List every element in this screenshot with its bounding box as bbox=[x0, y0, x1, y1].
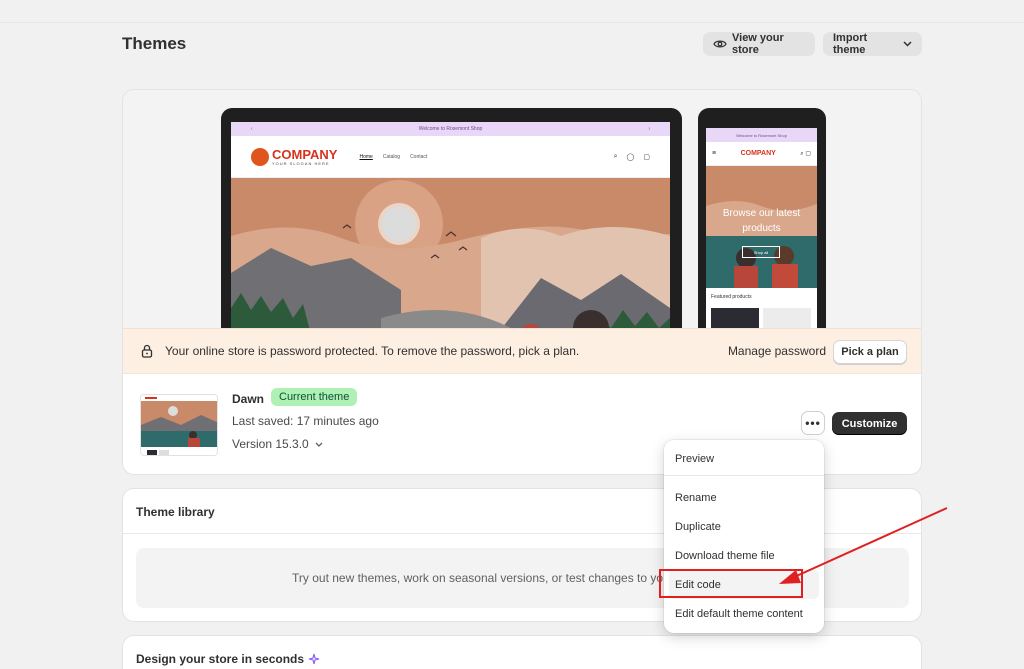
menu-item-preview[interactable]: Preview bbox=[675, 453, 714, 465]
mobile-header-icons: ⌕ ▢ bbox=[800, 150, 811, 157]
theme-library-title: Theme library bbox=[136, 505, 215, 519]
design-store-title: Design your store in seconds bbox=[136, 652, 320, 666]
preview-announcement-bar: ‹ Welcome to Rosemont Shop › bbox=[231, 122, 670, 136]
theme-actions-menu: Preview Rename Duplicate Download theme … bbox=[664, 440, 824, 633]
preview-store-logo: COMPANY YOUR SLOGAN HERE bbox=[251, 146, 338, 166]
preview-logo-text: COMPANY bbox=[272, 146, 338, 162]
view-store-button[interactable]: View your store bbox=[703, 32, 815, 56]
theme-preview[interactable]: ‹ Welcome to Rosemont Shop › COMPANY YOU… bbox=[123, 90, 921, 328]
more-actions-button[interactable]: ••• bbox=[801, 411, 825, 435]
theme-thumbnail bbox=[140, 394, 218, 456]
customize-button[interactable]: Customize bbox=[832, 412, 907, 435]
ellipsis-icon: ••• bbox=[805, 416, 821, 430]
import-theme-button[interactable]: Import theme bbox=[823, 32, 922, 56]
preview-nav-home: Home bbox=[359, 153, 373, 160]
design-store-card: Design your store in seconds bbox=[122, 635, 922, 669]
mobile-store-header: ≡ COMPANY ⌕ ▢ bbox=[706, 142, 817, 166]
last-saved-text: Last saved: 17 minutes ago bbox=[232, 414, 379, 428]
preview-nav: Home Catalog Contact bbox=[359, 154, 427, 160]
menu-item-rename[interactable]: Rename bbox=[675, 492, 717, 504]
preview-store-header: COMPANY YOUR SLOGAN HERE Home Catalog Co… bbox=[231, 136, 670, 178]
desktop-preview-screen: ‹ Welcome to Rosemont Shop › COMPANY YOU… bbox=[231, 122, 670, 328]
preview-announcement-text: Welcome to Rosemont Shop bbox=[418, 126, 483, 132]
annotation-highlight-box bbox=[659, 569, 803, 598]
password-banner: Your online store is password protected.… bbox=[123, 328, 921, 374]
password-banner-text: Your online store is password protected.… bbox=[165, 344, 580, 358]
mobile-announcement-bar: Welcome to Rosemont Shop bbox=[706, 128, 817, 142]
top-divider bbox=[0, 22, 1024, 23]
preview-header-icons: ⌕ ◯ ▢ bbox=[614, 153, 650, 161]
import-theme-label: Import theme bbox=[833, 32, 868, 56]
version-selector[interactable]: Version 15.3.0 bbox=[232, 437, 323, 451]
mobile-menu-icon: ≡ bbox=[712, 150, 717, 157]
manage-password-link[interactable]: Manage password bbox=[728, 344, 826, 358]
mobile-featured-title: Featured products bbox=[711, 294, 752, 300]
view-store-label: View your store bbox=[732, 32, 784, 56]
menu-item-duplicate[interactable]: Duplicate bbox=[675, 521, 721, 533]
chevron-down-icon bbox=[903, 41, 912, 47]
mobile-featured-product bbox=[711, 308, 759, 328]
design-store-title-text: Design your store in seconds bbox=[136, 652, 305, 666]
current-theme-badge: Current theme bbox=[271, 388, 358, 406]
mobile-announcement-text: Welcome to Rosemont Shop bbox=[736, 132, 787, 138]
preview-hero-illustration bbox=[231, 178, 670, 328]
lock-icon bbox=[141, 344, 153, 358]
current-theme-card: ‹ Welcome to Rosemont Shop › COMPANY YOU… bbox=[122, 89, 922, 475]
preview-search-icon: ⌕ bbox=[613, 152, 618, 160]
mobile-preview: Welcome to Rosemont Shop ≡ COMPANY ⌕ ▢ B… bbox=[698, 108, 826, 328]
eye-icon bbox=[713, 39, 727, 49]
chevron-down-icon bbox=[315, 442, 323, 447]
preview-logo-mark bbox=[251, 147, 269, 166]
preview-account-icon: ◯ bbox=[626, 153, 635, 161]
desktop-preview: ‹ Welcome to Rosemont Shop › COMPANY YOU… bbox=[221, 108, 682, 328]
theme-name: Dawn bbox=[232, 392, 265, 406]
preview-nav-catalog: Catalog bbox=[382, 153, 401, 160]
preview-nav-contact: Contact bbox=[410, 153, 428, 160]
mobile-featured-section: Featured products bbox=[706, 288, 817, 328]
version-text: Version 15.3.0 bbox=[232, 437, 309, 451]
preview-logo-sub: YOUR SLOGAN HERE bbox=[272, 160, 330, 166]
menu-item-download-theme-file[interactable]: Download theme file bbox=[675, 550, 775, 562]
mobile-hero-text: Browse our latest products bbox=[722, 208, 801, 234]
menu-item-edit-default-theme-content[interactable]: Edit default theme content bbox=[675, 608, 803, 620]
theme-library-empty-text: Try out new themes, work on seasonal ver… bbox=[292, 571, 664, 585]
mobile-preview-screen: Welcome to Rosemont Shop ≡ COMPANY ⌕ ▢ B… bbox=[706, 128, 817, 328]
menu-divider bbox=[664, 475, 824, 476]
sparkle-icon bbox=[308, 653, 320, 665]
mobile-hero-button: Shop all bbox=[742, 246, 780, 258]
mobile-featured-product bbox=[763, 308, 811, 328]
mobile-logo: COMPANY bbox=[740, 150, 776, 157]
pick-plan-button[interactable]: Pick a plan bbox=[833, 340, 907, 364]
mobile-hero: Browse our latest products Shop all bbox=[706, 166, 817, 288]
preview-cart-icon: ▢ bbox=[643, 153, 650, 161]
page-title: Themes bbox=[122, 34, 187, 53]
